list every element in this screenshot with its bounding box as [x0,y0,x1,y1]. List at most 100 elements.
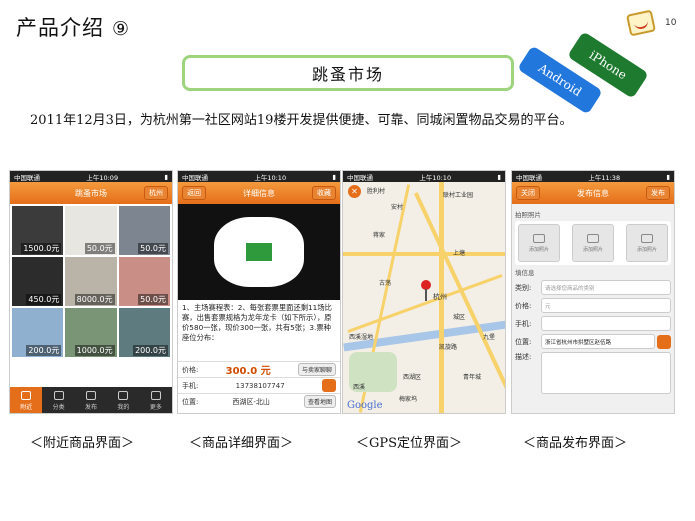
clock: 上午10:10 [419,173,452,182]
product-tile[interactable]: 1000.0元 [65,308,117,357]
nav-title: 发布信息 [577,188,609,198]
map-label: 安村 [391,204,404,211]
map-view[interactable]: 胜利村 安村 联村工业园 蒋家 上塘 古荡 杭州 西溪湿地 西溪 城区 九堡 凯… [343,182,505,413]
nav-bar: 跳蚤市场 杭州 [10,182,172,204]
product-tile[interactable]: 1500.0元 [12,206,64,255]
map-label: 古荡 [379,280,392,287]
carrier: 中国联通 [516,173,542,182]
view-map-button[interactable]: 查看地图 [303,395,336,408]
favorite-button[interactable]: 收藏 [312,186,336,200]
map-label: 梅家坞 [399,396,418,403]
tab-mine[interactable]: 我的 [107,387,139,413]
description-field[interactable] [541,352,671,394]
location-field[interactable]: 浙江省杭州市拱墅区赵伍路 [541,334,655,349]
caption-detail: ＜商品详细界面＞ [189,436,294,451]
call-icon[interactable] [321,379,336,392]
map-label: 西湖区 [403,374,422,381]
close-icon[interactable]: ✕ [348,185,361,198]
road [343,252,505,256]
battery-icon: ▮ [497,172,501,181]
camera-icon [641,233,653,243]
nav-title: 详细信息 [243,188,275,198]
caption-nearby: ＜附近商品界面＞ [30,436,135,451]
status-bar: 中国联通 上午10:10 ▮ [178,171,340,182]
location-row: 位置: 西湖区-北山 查看地图 [178,393,340,409]
back-button[interactable]: 返回 [182,186,206,200]
tab-category[interactable]: 分类 [42,387,74,413]
price-field[interactable]: 元 [541,298,671,313]
add-photo-button[interactable]: 添加照片 [518,224,560,262]
status-bar: 中国联通 上午10:10 ▮ [343,171,505,182]
close-button[interactable]: 关闭 [516,186,540,200]
status-bar: 中国联通 上午11:38 ▮ [512,171,674,182]
product-tile[interactable]: 50.0元 [65,206,117,255]
price-label: 450.0元 [26,294,62,305]
publish-button[interactable]: 发布 [646,186,670,200]
location-value: 西湖区-北山 [232,397,270,406]
add-photo-button[interactable]: 添加照片 [626,224,668,262]
tab-label: 分类 [52,404,65,411]
location-label: 位置: [182,397,199,406]
more-icon [150,391,161,400]
locate-icon[interactable] [657,334,671,349]
road [413,192,505,405]
add-photo-label: 添加照片 [582,246,603,253]
tab-label: 附近 [20,404,33,411]
location-row: 位置: 浙江省杭州市拱墅区赵伍路 [515,334,671,349]
product-image[interactable] [178,204,340,300]
product-tile[interactable]: 450.0元 [12,257,64,306]
tab-publish[interactable]: 发布 [75,387,107,413]
price-row: 价格: 元 [515,298,671,313]
user-icon [118,391,129,400]
chat-seller-button[interactable]: 与卖家聊聊 [297,363,336,376]
carrier: 中国联通 [14,173,40,182]
tab-more[interactable]: 更多 [140,387,172,413]
price-label: 200.0元 [26,345,62,356]
add-photo-label: 添加照片 [636,246,657,253]
battery-icon: ▮ [164,172,168,181]
phone-nearby-screen: 中国联通 上午10:09 ▮ 跳蚤市场 杭州 1500.0元 50.0元 50.0元 … [9,170,173,414]
slide: 产品介绍 ⑨ 10 跳蚤市场 Android iPhone 2011年12月3日，… [0,0,695,521]
price-label: 价格: [515,301,532,310]
map-label: 联村工业园 [443,192,474,199]
tab-bar: 附近 分类 发布 我的 更多 [10,387,172,413]
section-heading: 跳蚤市场 [182,55,514,91]
map-label: 蒋家 [373,232,386,239]
slide-title: 产品介绍 ⑨ [16,12,130,42]
price-label: 1000.0元 [74,345,115,356]
add-photo-button[interactable]: 添加照片 [572,224,614,262]
city-button[interactable]: 杭州 [144,186,168,200]
category-icon [53,391,64,400]
map-label: 西溪 [353,384,366,391]
price-value: 300.0 元 [225,366,271,377]
tab-label: 更多 [149,404,162,411]
category-label: 类别: [515,283,532,292]
map-label: 西溪湿地 [349,334,374,341]
nav-bar: 关闭 发布信息 发布 [512,182,674,204]
phone-label: 手机: [515,319,532,328]
carrier: 中国联通 [182,173,208,182]
product-tile[interactable]: 50.0元 [118,206,170,255]
battery-icon: ▮ [666,172,670,181]
phone-field[interactable] [541,316,671,331]
battery-icon: ▮ [332,172,336,181]
product-tile[interactable]: 50.0元 [118,257,170,306]
location-pin-icon[interactable] [421,280,431,301]
product-tile[interactable]: 200.0元 [12,308,64,357]
product-tile[interactable]: 8000.0元 [65,257,117,306]
category-field[interactable]: 请选择您商品的类别 [541,280,671,295]
product-tile[interactable]: 200.0元 [118,308,170,357]
caption-gps: ＜GPS定位界面＞ [356,436,463,451]
clock: 上午10:09 [86,173,119,182]
phone-value: 13738107747 [235,381,285,390]
google-logo: Google [347,400,383,411]
price-label: 8000.0元 [74,294,115,305]
map-label: 城区 [453,314,466,321]
price-label: 50.0元 [138,294,168,305]
tab-nearby[interactable]: 附近 [10,387,43,413]
photo-slots: 添加照片 添加照片 添加照片 [515,221,671,265]
company-logo-icon [625,9,657,37]
map-label: 青年城 [463,374,482,381]
description-label: 描述: [515,353,532,361]
description: 2011年12月3日，为杭州第一社区网站19楼开发提供便捷、可靠、同城闲置物品交… [30,113,573,128]
